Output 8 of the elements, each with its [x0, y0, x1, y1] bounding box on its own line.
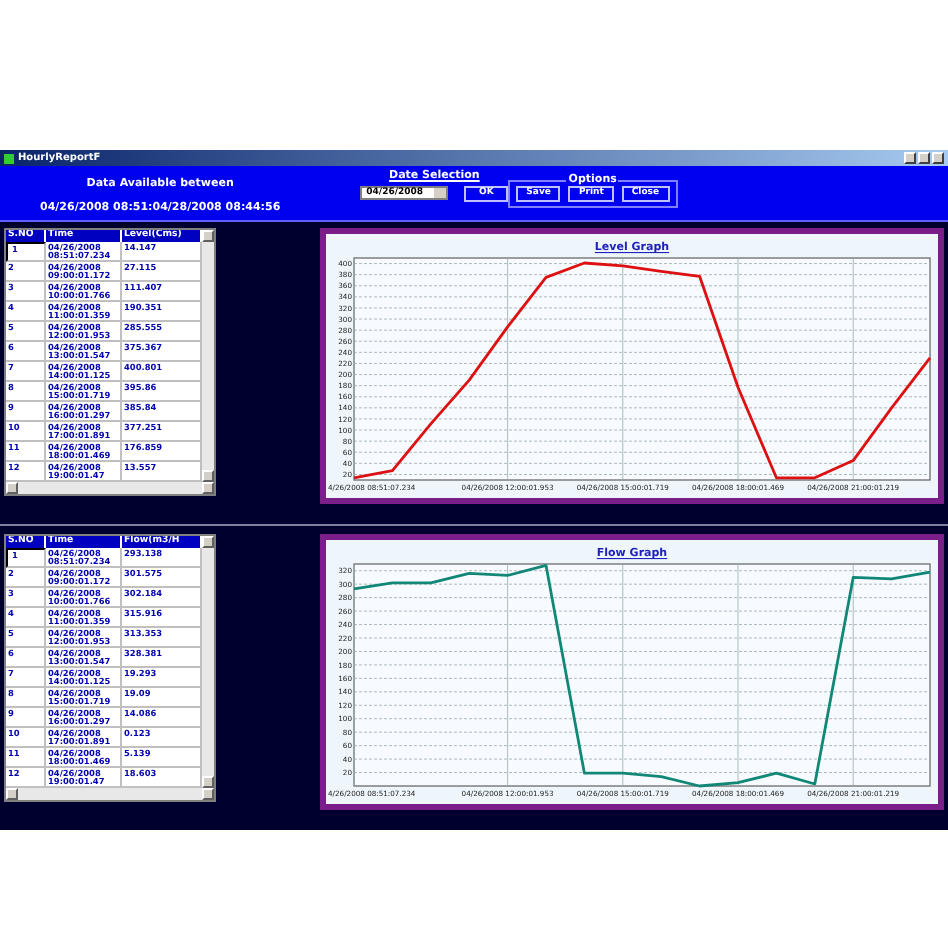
- vertical-scrollbar[interactable]: [202, 230, 214, 482]
- maximize-button[interactable]: [918, 152, 930, 164]
- horizontal-scrollbar[interactable]: [6, 482, 214, 494]
- app-icon: [4, 153, 14, 163]
- close-button[interactable]: [932, 152, 944, 164]
- vertical-scrollbar[interactable]: [202, 536, 214, 788]
- horizontal-scrollbar[interactable]: [6, 788, 214, 800]
- minimize-button[interactable]: [904, 152, 916, 164]
